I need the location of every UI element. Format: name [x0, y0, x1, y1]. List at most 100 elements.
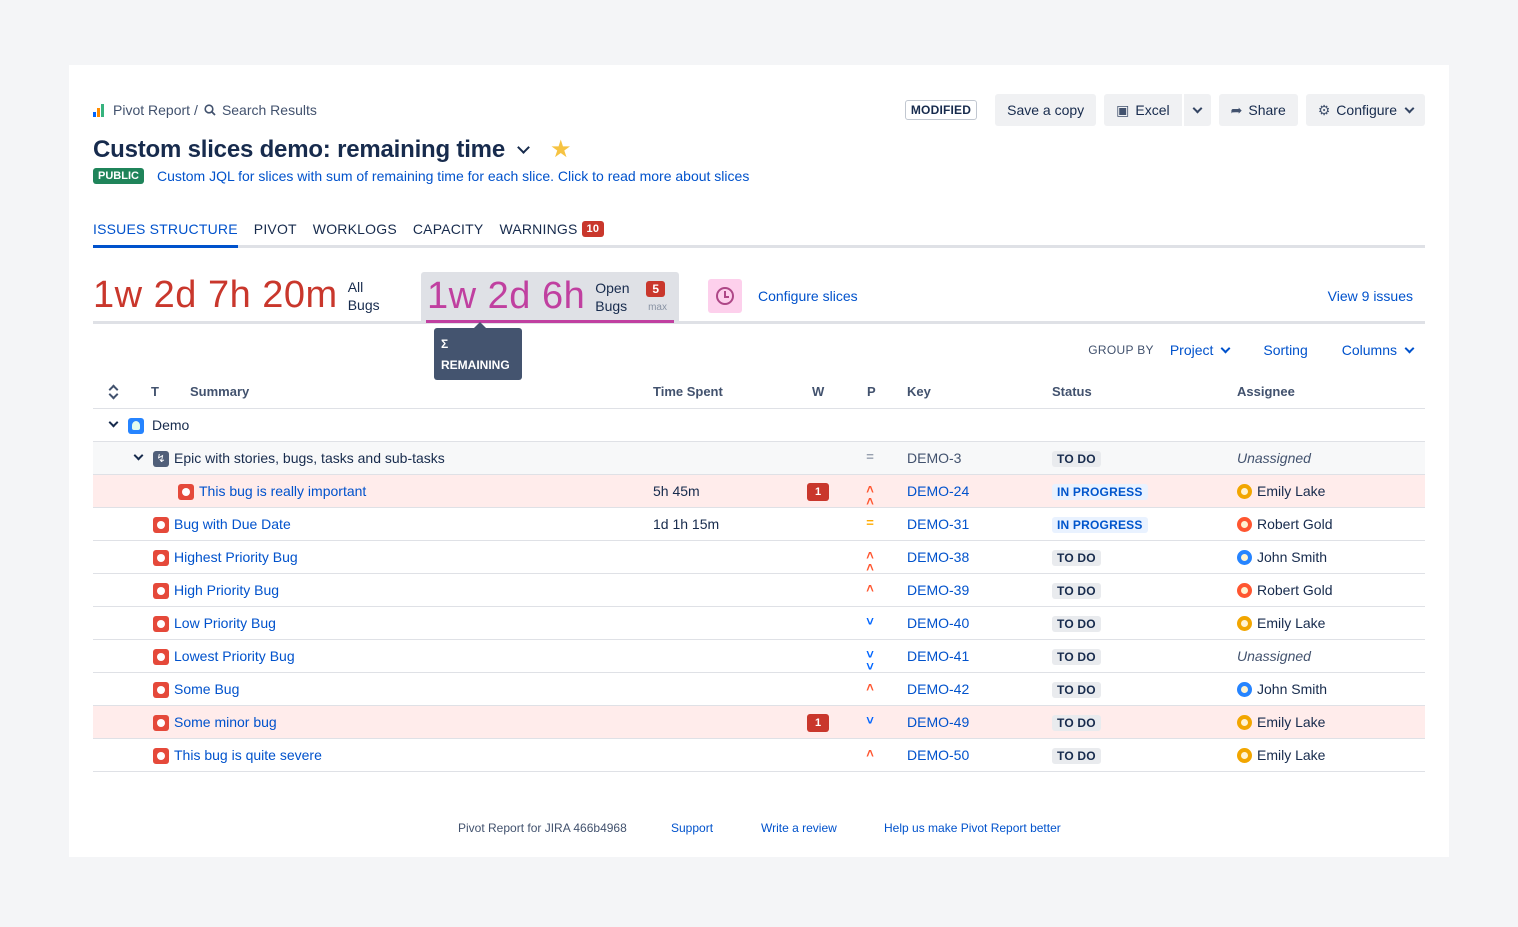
status-badge: IN PROGRESS: [1052, 484, 1148, 500]
assignee-name: Emily Lake: [1257, 615, 1326, 631]
tab-label: CAPACITY: [412, 221, 484, 237]
group-by-value: Project: [1169, 342, 1214, 358]
issue-summary[interactable]: High Priority Bug: [174, 582, 279, 598]
slice-count-badge: 5: [646, 281, 665, 297]
priority-medium-icon: =: [866, 449, 874, 464]
issue-summary[interactable]: This bug is really important: [199, 483, 366, 499]
slice-label: All Bugs: [348, 278, 380, 314]
slice-open-bugs[interactable]: 1w 2d 6h Open Bugs 5 max: [421, 272, 679, 323]
footer-support-link[interactable]: Support: [671, 821, 713, 835]
assignee-name: Emily Lake: [1257, 714, 1326, 730]
column-header-time-spent[interactable]: Time Spent: [653, 384, 723, 399]
issue-key[interactable]: DEMO-38: [907, 549, 969, 565]
table-row: This bug is really important 5h 45m 1 ˄ ˄…: [93, 475, 1425, 508]
column-header-priority[interactable]: P: [867, 384, 876, 399]
assignee: Emily Lake: [1237, 714, 1325, 730]
slice-active-underline: [426, 320, 674, 323]
priority-highest-icon: ˄ ˄: [866, 548, 874, 575]
group-by-dropdown[interactable]: Project: [1169, 342, 1231, 358]
issue-key[interactable]: DEMO-31: [907, 516, 969, 532]
view-issues-link[interactable]: View 9 issues: [1328, 288, 1413, 304]
issue-summary[interactable]: Some Bug: [174, 681, 239, 697]
bug-icon: [153, 682, 169, 698]
title-dropdown-chevron-icon[interactable]: [517, 140, 530, 154]
breadcrumb-search-results-link[interactable]: Search Results: [222, 102, 317, 118]
table-row: ↯ Epic with stories, bugs, tasks and sub…: [93, 442, 1425, 475]
footer-review-link[interactable]: Write a review: [761, 821, 837, 835]
table-row: Some Bug ˄ DEMO-42 TO DO John Smith: [93, 673, 1425, 706]
collapse-chevron-icon[interactable]: [133, 450, 144, 461]
assignee: John Smith: [1237, 681, 1327, 697]
issue-key[interactable]: DEMO-3: [907, 450, 961, 466]
issue-summary[interactable]: Low Priority Bug: [174, 615, 276, 631]
report-description-link[interactable]: Custom JQL for slices with sum of remain…: [157, 168, 749, 184]
favorite-star-icon[interactable]: ★: [550, 135, 572, 164]
assignee-name: John Smith: [1257, 549, 1328, 565]
chevron-down-icon: [1192, 103, 1203, 113]
issue-key[interactable]: DEMO-49: [907, 714, 969, 730]
status-badge: TO DO: [1052, 583, 1101, 599]
issue-key[interactable]: DEMO-40: [907, 615, 969, 631]
column-header-assignee[interactable]: Assignee: [1237, 384, 1295, 399]
footer-version: Pivot Report for JIRA 466b4968: [458, 821, 627, 835]
search-icon: [204, 104, 216, 116]
epic-icon: ↯: [153, 451, 169, 467]
column-header-warnings[interactable]: W: [812, 384, 824, 399]
configure-slices-link[interactable]: Configure slices: [758, 288, 858, 304]
tab-warnings[interactable]: WARNINGS 10: [499, 215, 605, 248]
status-badge: TO DO: [1052, 550, 1101, 566]
share-button[interactable]: ➦ Share: [1218, 94, 1298, 126]
tab-pivot[interactable]: PIVOT: [254, 215, 297, 248]
tab-capacity[interactable]: CAPACITY: [413, 215, 484, 248]
slice-label-line1: Open: [595, 279, 630, 296]
save-copy-button[interactable]: Save a copy: [995, 94, 1097, 126]
issue-key[interactable]: DEMO-41: [907, 648, 969, 664]
columns-label: Columns: [1341, 342, 1397, 358]
priority-lowest-icon: ˅ ˅: [866, 647, 874, 674]
visibility-badge: PUBLIC: [93, 168, 144, 184]
issue-summary[interactable]: This bug is quite severe: [174, 747, 322, 763]
avatar: [1237, 582, 1252, 598]
issue-key[interactable]: DEMO-39: [907, 582, 969, 598]
column-header-status[interactable]: Status: [1052, 384, 1092, 399]
issue-summary[interactable]: Bug with Due Date: [174, 516, 291, 532]
tab-issues-structure[interactable]: ISSUES STRUCTURE: [93, 215, 238, 248]
slice-all-bugs[interactable]: 1w 2d 7h 20m All Bugs: [93, 270, 380, 321]
priority-low-icon: ˅: [866, 713, 874, 728]
column-header-key[interactable]: Key: [907, 384, 931, 399]
status-badge: TO DO: [1052, 649, 1101, 665]
status-badge: TO DO: [1052, 748, 1101, 764]
assignee: John Smith: [1237, 549, 1327, 565]
bug-icon: [153, 715, 169, 731]
column-header-summary[interactable]: Summary: [190, 384, 249, 399]
export-dropdown-button[interactable]: [1183, 94, 1211, 126]
clock-icon[interactable]: [708, 279, 742, 313]
warning-count-badge[interactable]: 1: [807, 483, 829, 501]
columns-dropdown[interactable]: Columns: [1341, 342, 1415, 358]
footer-feedback-link[interactable]: Help us make Pivot Report better: [884, 821, 1061, 835]
configure-button[interactable]: ⚙ Configure: [1305, 94, 1425, 126]
issue-key[interactable]: DEMO-24: [907, 483, 969, 499]
pivot-report-logo-icon: [93, 103, 106, 117]
assignee: Emily Lake: [1237, 747, 1325, 763]
avatar: [1237, 747, 1252, 763]
issue-key[interactable]: DEMO-42: [907, 681, 969, 697]
issue-summary[interactable]: Some minor bug: [174, 714, 277, 730]
issue-key[interactable]: DEMO-50: [907, 747, 969, 763]
breadcrumb-app-link[interactable]: Pivot Report: [113, 102, 190, 118]
issue-summary[interactable]: Epic with stories, bugs, tasks and sub-t…: [174, 450, 445, 466]
project-group-row[interactable]: Demo: [93, 409, 1425, 442]
tab-worklogs[interactable]: WORKLOGS: [313, 215, 397, 248]
excel-button[interactable]: ▣ Excel: [1104, 94, 1182, 126]
expand-collapse-all-icon[interactable]: [108, 383, 118, 399]
warning-count-badge[interactable]: 1: [807, 714, 829, 732]
collapse-chevron-icon[interactable]: [108, 417, 119, 428]
bug-icon: [153, 649, 169, 665]
issue-summary[interactable]: Lowest Priority Bug: [174, 648, 295, 664]
slice-label-line2: Bugs: [347, 296, 380, 313]
sorting-button[interactable]: Sorting: [1263, 342, 1307, 358]
column-header-type[interactable]: T: [151, 384, 159, 399]
time-spent: 5h 45m: [653, 483, 700, 499]
table-row: High Priority Bug ˄ DEMO-39 TO DO Robert…: [93, 574, 1425, 607]
issue-summary[interactable]: Highest Priority Bug: [174, 549, 298, 565]
